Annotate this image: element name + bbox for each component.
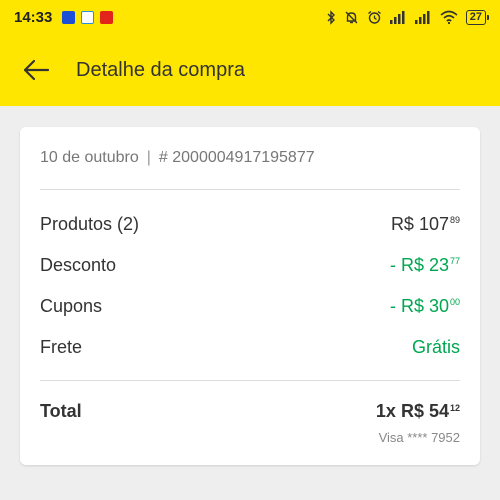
status-bar: 14:33 27	[0, 0, 500, 34]
bluetooth-icon	[326, 9, 336, 25]
summary-list: Produtos (2) R$ 107 89 Desconto - R$ 23 77…	[40, 190, 460, 368]
total-amount: 1x R$ 54 12	[375, 401, 460, 421]
total-details: 1x R$ 54 12 Visa **** 7952	[376, 401, 460, 445]
summary-label: Produtos (2)	[40, 214, 140, 234]
notification-icons	[62, 10, 114, 24]
order-number: # 2000004917195877	[158, 149, 315, 166]
total-label: Total	[40, 401, 82, 421]
summary-amount: R$ 107 89	[390, 214, 460, 234]
alarm-icon	[367, 10, 382, 25]
summary-row-cupons: Cupons - R$ 30 00	[40, 286, 460, 327]
summary-label: Desconto	[40, 255, 117, 275]
mute-bell-icon	[344, 10, 359, 25]
arrow-left-icon	[23, 59, 50, 81]
order-header: 10 de outubro | # 2000004917195877	[40, 127, 460, 189]
notification-app-icon-3	[100, 10, 114, 24]
summary-row-produtos: Produtos (2) R$ 107 89	[40, 204, 460, 245]
summary-amount: Grátis	[411, 337, 460, 357]
order-date: 10 de outubro	[40, 149, 139, 166]
total-section: Total 1x R$ 54 12 Visa **** 7952	[40, 381, 460, 445]
battery-icon: 27	[465, 9, 490, 25]
summary-label: Cupons	[40, 296, 103, 316]
notification-app-icon-1	[62, 10, 76, 24]
summary-amount: - R$ 30 00	[389, 296, 460, 316]
status-time: 14:33	[14, 8, 53, 26]
summary-label: Frete	[40, 337, 83, 357]
battery-level: 27	[469, 11, 482, 23]
purchase-detail-card: 10 de outubro | # 2000004917195877 Produ…	[20, 127, 480, 465]
summary-row-desconto: Desconto - R$ 23 77	[40, 245, 460, 286]
order-separator: |	[146, 149, 151, 166]
page-title: Detalhe da compra	[76, 58, 245, 81]
wifi-icon	[440, 10, 458, 24]
summary-row-frete: Frete Grátis	[40, 327, 460, 368]
app-bar: Detalhe da compra	[0, 34, 500, 106]
signal-icon-2	[414, 10, 432, 24]
summary-amount: - R$ 23 77	[389, 255, 460, 275]
notification-app-icon-2	[81, 10, 95, 24]
signal-icon-1	[389, 10, 407, 24]
payment-method: Visa **** 7952	[378, 430, 460, 445]
back-button[interactable]	[12, 46, 60, 94]
